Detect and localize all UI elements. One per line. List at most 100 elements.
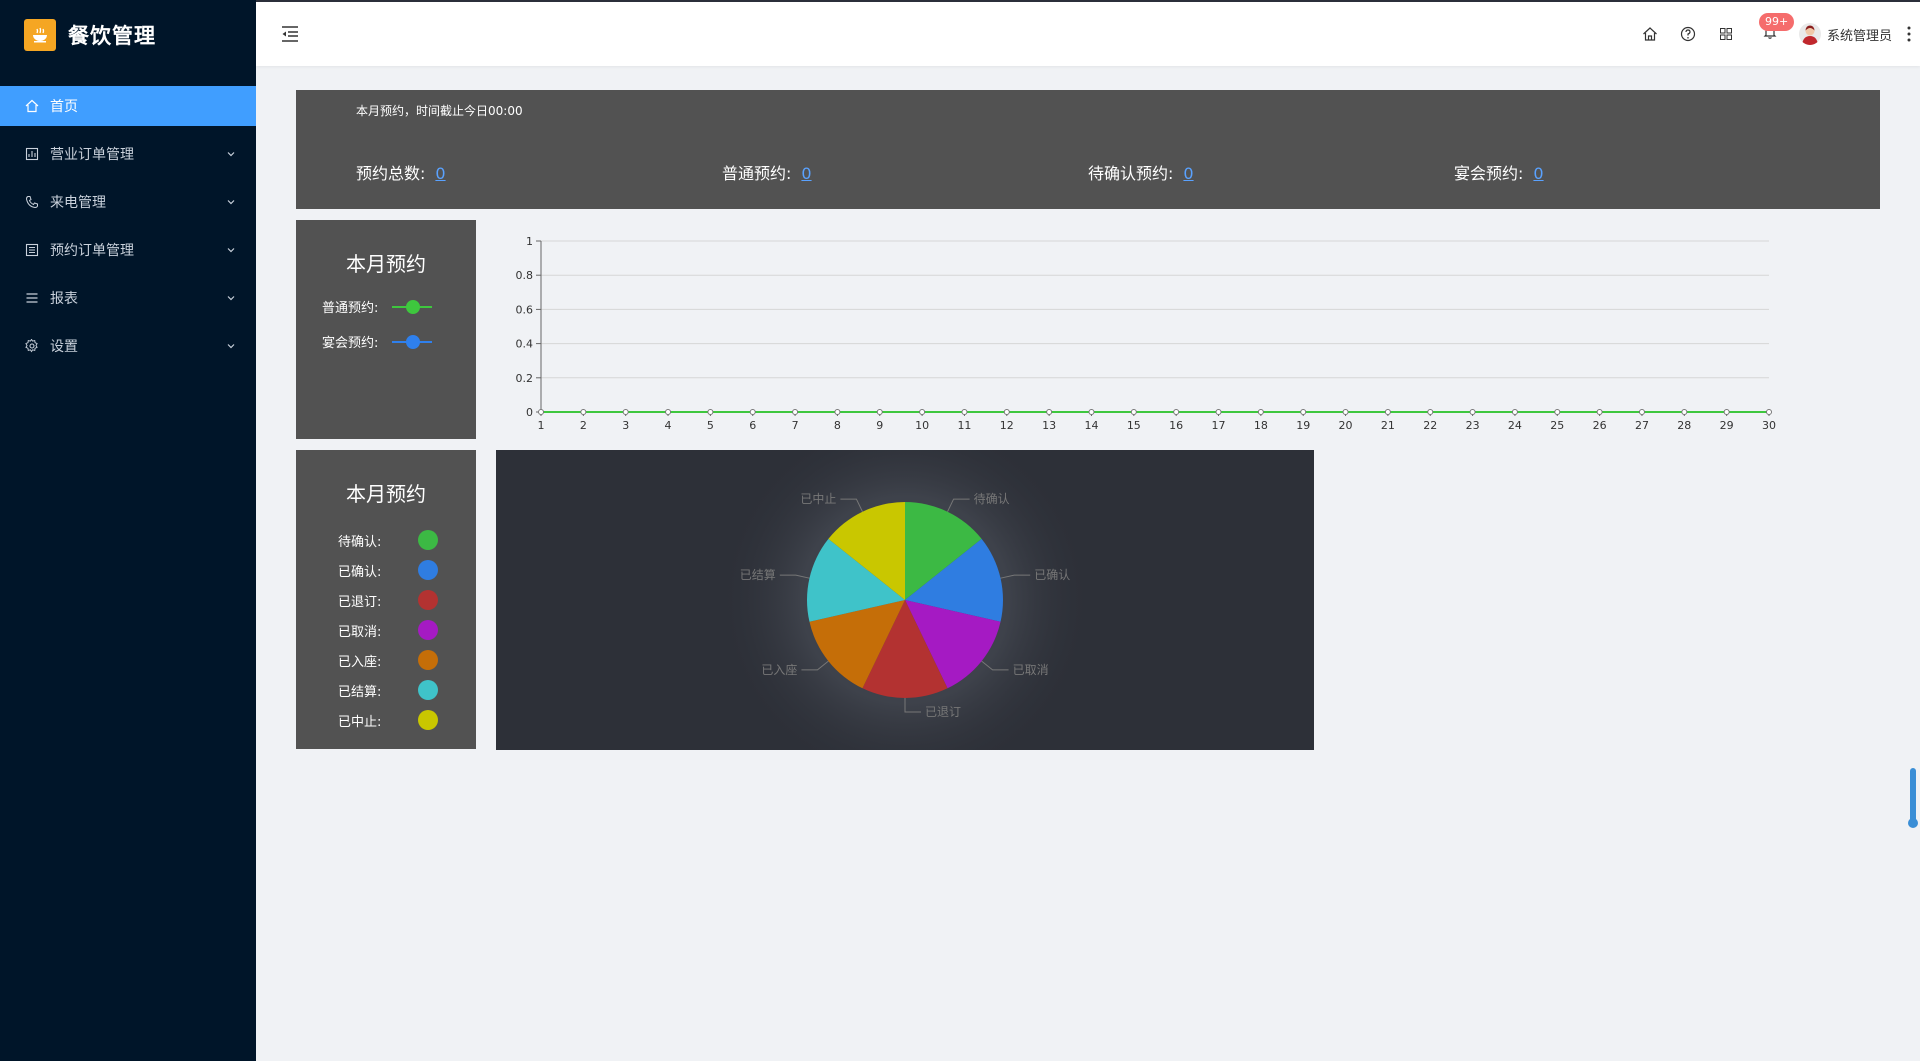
sidebar-item-home[interactable]: 首页: [0, 86, 256, 126]
x-tick-label: 9: [876, 419, 883, 432]
data-point[interactable]: [1766, 409, 1772, 415]
x-tick-label: 18: [1254, 419, 1268, 432]
legend-color-dot: [418, 620, 438, 640]
data-point[interactable]: [1173, 409, 1180, 415]
more-vertical-icon[interactable]: [1898, 14, 1920, 54]
avatar: [1798, 23, 1821, 45]
x-tick-label: 15: [1127, 419, 1141, 432]
chevron-down-icon: [226, 339, 236, 355]
legend-item[interactable]: 已中止:: [338, 705, 476, 735]
legend-color-dot: [418, 710, 438, 730]
x-tick-label: 28: [1677, 419, 1691, 432]
data-point[interactable]: [792, 409, 799, 415]
pie-slice-label: 待确认: [974, 492, 1010, 506]
x-tick-label: 8: [834, 419, 841, 432]
stat-value-link[interactable]: 0: [1533, 164, 1543, 183]
legend-item[interactable]: 已确认:: [338, 555, 476, 585]
x-tick-label: 25: [1550, 419, 1564, 432]
data-point[interactable]: [1511, 409, 1518, 415]
sidebar-item-calls[interactable]: 来电管理: [0, 182, 256, 222]
stat-pending: 待确认预约: 0: [1088, 160, 1194, 184]
grid-icon[interactable]: [1707, 15, 1745, 53]
data-point[interactable]: [1554, 409, 1561, 415]
home-icon[interactable]: [1631, 15, 1669, 53]
legend-title: 本月预约: [346, 482, 426, 506]
legend-item-banquet[interactable]: 宴会预约:: [296, 332, 476, 351]
legend-item[interactable]: 待确认:: [338, 525, 476, 555]
legend-item[interactable]: 已退订:: [338, 585, 476, 615]
x-tick-label: 7: [792, 419, 799, 432]
legend-item[interactable]: 已入座:: [338, 645, 476, 675]
data-point[interactable]: [1596, 409, 1603, 415]
status-pie-chart: 待确认已确认已取消已退订 已入座 已结算 已中止: [717, 412, 1093, 788]
x-tick-label: 21: [1381, 419, 1395, 432]
data-point[interactable]: [1469, 409, 1476, 415]
y-tick-label: 0: [526, 406, 533, 419]
data-point[interactable]: [876, 409, 883, 415]
sidebar-item-label: 预约订单管理: [50, 243, 134, 259]
legend-label: 已中止:: [338, 714, 382, 730]
header-actions: 99+ 系统管理员: [1631, 2, 1920, 66]
legend-color-dot: [418, 560, 438, 580]
collapse-menu-icon[interactable]: [280, 24, 300, 48]
legend-label: 已结算:: [338, 684, 382, 700]
legend-color-dot: [418, 650, 438, 670]
legend-item-normal[interactable]: 普通预约:: [296, 297, 476, 316]
sidebar-item-settings[interactable]: 设置: [0, 326, 256, 366]
data-point[interactable]: [622, 409, 629, 415]
data-point[interactable]: [834, 409, 841, 415]
x-tick-label: 22: [1423, 419, 1437, 432]
stats-note: 本月预约，时间截止今日00:00: [356, 104, 523, 118]
legend-label: 宴会预约:: [322, 336, 379, 351]
data-point[interactable]: [919, 409, 926, 415]
data-point[interactable]: [1300, 409, 1307, 415]
stat-value-link[interactable]: 0: [801, 164, 811, 183]
data-point[interactable]: [665, 409, 672, 415]
data-point[interactable]: [1088, 409, 1095, 415]
stat-value-link[interactable]: 0: [1183, 164, 1193, 183]
phone-icon: [24, 194, 40, 210]
legend-label: 待确认:: [338, 534, 382, 550]
monthly-line-chart: 00.20.40.60.811 2 3 4 5 6 7 8 9 10 11 12 13 14 15 16 17 1…: [516, 235, 1777, 432]
data-point[interactable]: [1003, 409, 1010, 415]
legend-label: 已取消:: [338, 624, 382, 640]
data-point[interactable]: [580, 409, 587, 415]
data-point[interactable]: [1046, 409, 1053, 415]
legend-label: 已确认:: [338, 564, 382, 580]
x-tick-label: 26: [1593, 419, 1607, 432]
data-point[interactable]: [1427, 409, 1434, 415]
data-point[interactable]: [1342, 409, 1349, 415]
data-point[interactable]: [1130, 409, 1137, 415]
stat-label: 预约总数:: [356, 164, 426, 183]
list-icon: [24, 242, 40, 258]
sidebar-item-reports[interactable]: 报表: [0, 278, 256, 318]
legend-color-dot: [418, 590, 438, 610]
data-point[interactable]: [538, 409, 544, 415]
data-point[interactable]: [1638, 409, 1645, 415]
help-icon[interactable]: [1669, 15, 1707, 53]
sidebar-item-reservation-orders[interactable]: 预约订单管理: [0, 230, 256, 270]
data-point[interactable]: [749, 409, 756, 415]
line-legend-panel: 本月预约 普通预约: 宴会预约:: [296, 220, 476, 439]
legend-item[interactable]: 已结算:: [338, 675, 476, 705]
data-point[interactable]: [961, 409, 968, 415]
notification-button[interactable]: 99+: [1751, 13, 1795, 53]
x-tick-label: 3: [622, 419, 629, 432]
chevron-down-icon: [226, 243, 236, 259]
legend-item[interactable]: 已取消:: [338, 615, 476, 645]
bowl-icon: [24, 19, 56, 51]
menu-icon: [24, 290, 40, 306]
data-point[interactable]: [1384, 409, 1391, 415]
sidebar-item-label: 营业订单管理: [50, 147, 134, 163]
data-point[interactable]: [707, 409, 714, 415]
user-menu[interactable]: 系统管理员: [1798, 23, 1892, 45]
logo: 餐饮管理: [0, 0, 256, 70]
data-point[interactable]: [1257, 409, 1264, 415]
data-point[interactable]: [1723, 409, 1730, 415]
sidebar-item-business-orders[interactable]: 营业订单管理: [0, 134, 256, 174]
data-point[interactable]: [1681, 409, 1688, 415]
stat-value-link[interactable]: 0: [435, 164, 445, 183]
data-point[interactable]: [1215, 409, 1222, 415]
scrollbar-thumb[interactable]: [1908, 768, 1918, 828]
x-tick-label: 5: [707, 419, 714, 432]
